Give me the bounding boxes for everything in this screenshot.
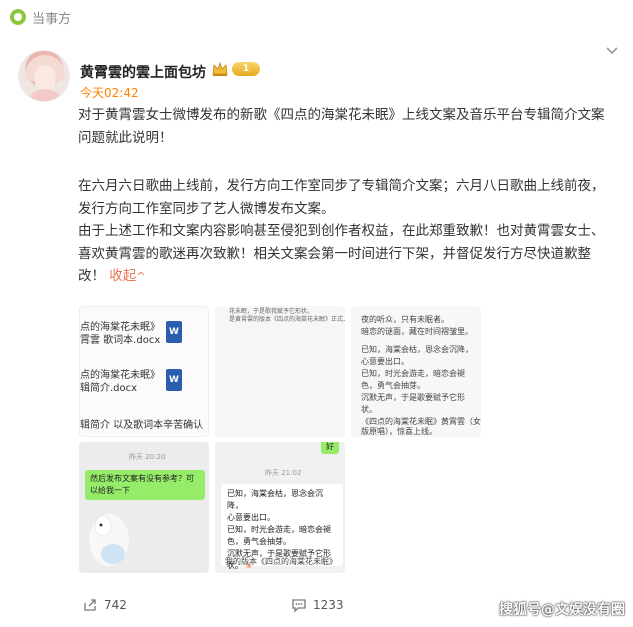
file-name-line: 点的海棠花未眠》 (80, 370, 160, 381)
comment-button[interactable]: 1233 (291, 597, 344, 613)
source-bar: 当事方 (10, 6, 71, 28)
word-file-icon: W (166, 369, 182, 391)
image-text-line: 已知，海棠会枯，恩念会沉降， (227, 489, 323, 510)
share-button[interactable]: 742 (82, 597, 127, 613)
chevron-down-icon[interactable] (605, 44, 619, 58)
sticker-image (89, 514, 129, 566)
image-text-line: 夜的听众，只有未眠者。 (361, 315, 449, 324)
image-text-line: 心意要出口。 (227, 513, 275, 522)
image-text-line: 已知，时光会游走，暗恋会褪 (227, 525, 331, 534)
user-badges: 1 (211, 61, 260, 77)
chevron-up-icon: ^ (136, 270, 146, 283)
collapse-link[interactable]: 收起^ (109, 268, 145, 284)
image-text-line: 状。 (361, 405, 377, 414)
source-logo-icon (10, 9, 26, 25)
image-thumbnail-4[interactable]: 昨天 20:20 然后发布文案有没有参考？可以给我一下 (79, 442, 209, 573)
file-name-line: 霄雲 歌词本.docx (80, 335, 161, 346)
post-body: 对于黄霄雲女士微博发布的新歌《四点的海棠花未眠》上线文案及音乐平台专辑简介文案问… (78, 104, 616, 289)
image-text-line: 暗恋的谜面，藏在时间褶皱里。 (361, 327, 473, 336)
post-paragraph-3: 由于上述工作和文案内容影响甚至侵犯到创作者权益，在此郑重致歉！也对黄霄雲女士、喜… (78, 220, 616, 289)
image-thumbnail-1[interactable]: 点的海棠花未眠》 霄雲 歌词本.docx W 点的海棠花未眠》 辑简介.docx… (79, 306, 209, 437)
chat-time: 昨天 21:02 (265, 469, 302, 477)
image-text-line: 沉默无声，于是歌要赋予它形 (361, 393, 465, 402)
chat-bubble: 已知，海棠会枯，恩念会沉降， 心意要出口。 已知，时光会游走，暗恋会褪 色，勇气… (221, 484, 343, 570)
author-name[interactable]: 黄霄雲的雲上面包坊 (80, 62, 206, 82)
image-text-line: 版原唱），惊喜上线。 (361, 427, 437, 436)
comment-icon (292, 599, 306, 613)
file-name-line: 辑简介.docx (80, 383, 138, 394)
share-icon (84, 599, 96, 611)
chat-bubble: 好 (321, 442, 339, 454)
image-thumbnail-3[interactable]: 夜的听众，只有未眠者。 暗恋的谜面，藏在时间褶皱里。 已知，海棠会枯，恩念会沉降… (351, 306, 481, 437)
word-file-icon: W (166, 321, 182, 343)
crown-icon (212, 61, 228, 76)
file-caption: 辑简介 以及歌词本辛苦确认 (80, 420, 204, 431)
chat-time: 昨天 20:20 (129, 453, 166, 461)
image-text-line: 已知，时光会游走，暗恋会褪 (361, 369, 465, 378)
collapse-label[interactable]: 收起 (109, 268, 136, 284)
share-count: 742 (104, 598, 127, 612)
post-paragraph-1: 对于黄霄雲女士微博发布的新歌《四点的海棠花未眠》上线文案及音乐平台专辑简介文案问… (78, 107, 605, 146)
image-text-line: 我的版本《四点的海棠花未眠》 (225, 557, 337, 566)
image-text-line: 色，勇气会抽芽。 (227, 537, 291, 546)
watermark: 搜狐号@文娱没有圈 (499, 602, 625, 618)
image-text-line: 色，勇气会抽芽。 (361, 381, 425, 390)
file-name-line: 点的海棠花未眠》 (80, 322, 160, 333)
image-text-line: 已知，海棠会枯，恩念会沉降， (361, 345, 473, 354)
source-name: 当事方 (32, 11, 72, 27)
image-text-line: 心意要出口。 (361, 357, 409, 366)
post-paragraph-3-text: 由于上述工作和文案内容影响甚至侵犯到创作者权益，在此郑重致歉！也对黄霄雲女士、喜… (78, 223, 605, 284)
level-badge: 1 (232, 62, 260, 76)
avatar[interactable] (18, 50, 70, 102)
post-paragraph-2: 在六月六日歌曲上线前，发行方向工作室同步了专辑简介文案；六月八日歌曲上线前夜，发… (78, 178, 605, 217)
image-text-line: 是黄霄雲的版本《四点的海棠花未眠》正式上线。 (229, 316, 345, 323)
image-thumbnail-2[interactable]: 花未眠，于是歌我赋予它形状。 是黄霄雲的版本《四点的海棠花未眠》正式上线。 (215, 306, 345, 437)
image-thumbnail-5[interactable]: 好 昨天 21:02 已知，海棠会枯，恩念会沉降， 心意要出口。 已知，时光会游… (215, 442, 345, 573)
comment-count: 1233 (313, 598, 344, 612)
post-time[interactable]: 今天02:42 (80, 84, 139, 101)
chat-bubble: 然后发布文案有没有参考？可以给我一下 (85, 470, 205, 500)
